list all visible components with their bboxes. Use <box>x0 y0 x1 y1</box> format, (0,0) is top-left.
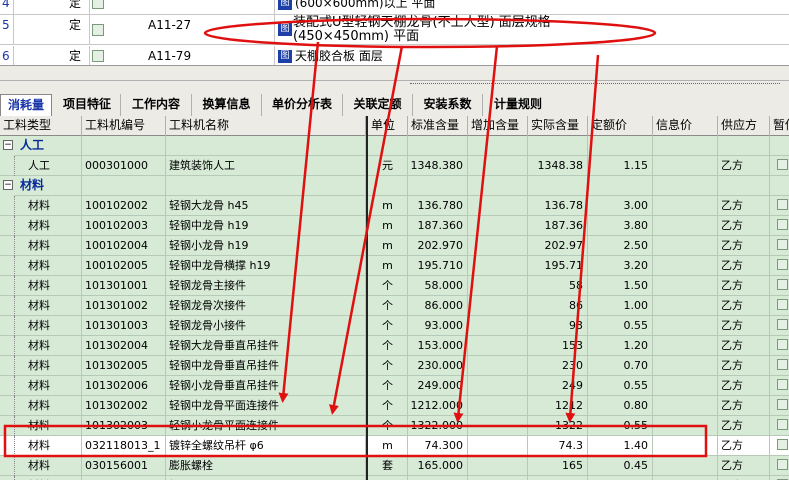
annotation-arrow <box>278 41 320 403</box>
annotation-arrow <box>453 45 499 423</box>
quota-editor-window: 4 定 图 (600×600mm)以上 平面 5 定 A11-27 图 装配式U型… <box>0 0 789 480</box>
annotation-highlight-box <box>3 424 708 458</box>
annotation-ellipse <box>203 17 657 49</box>
annotation-layer <box>3 17 708 458</box>
annotation-arrow <box>329 45 404 415</box>
annotation-arrow <box>565 54 600 423</box>
